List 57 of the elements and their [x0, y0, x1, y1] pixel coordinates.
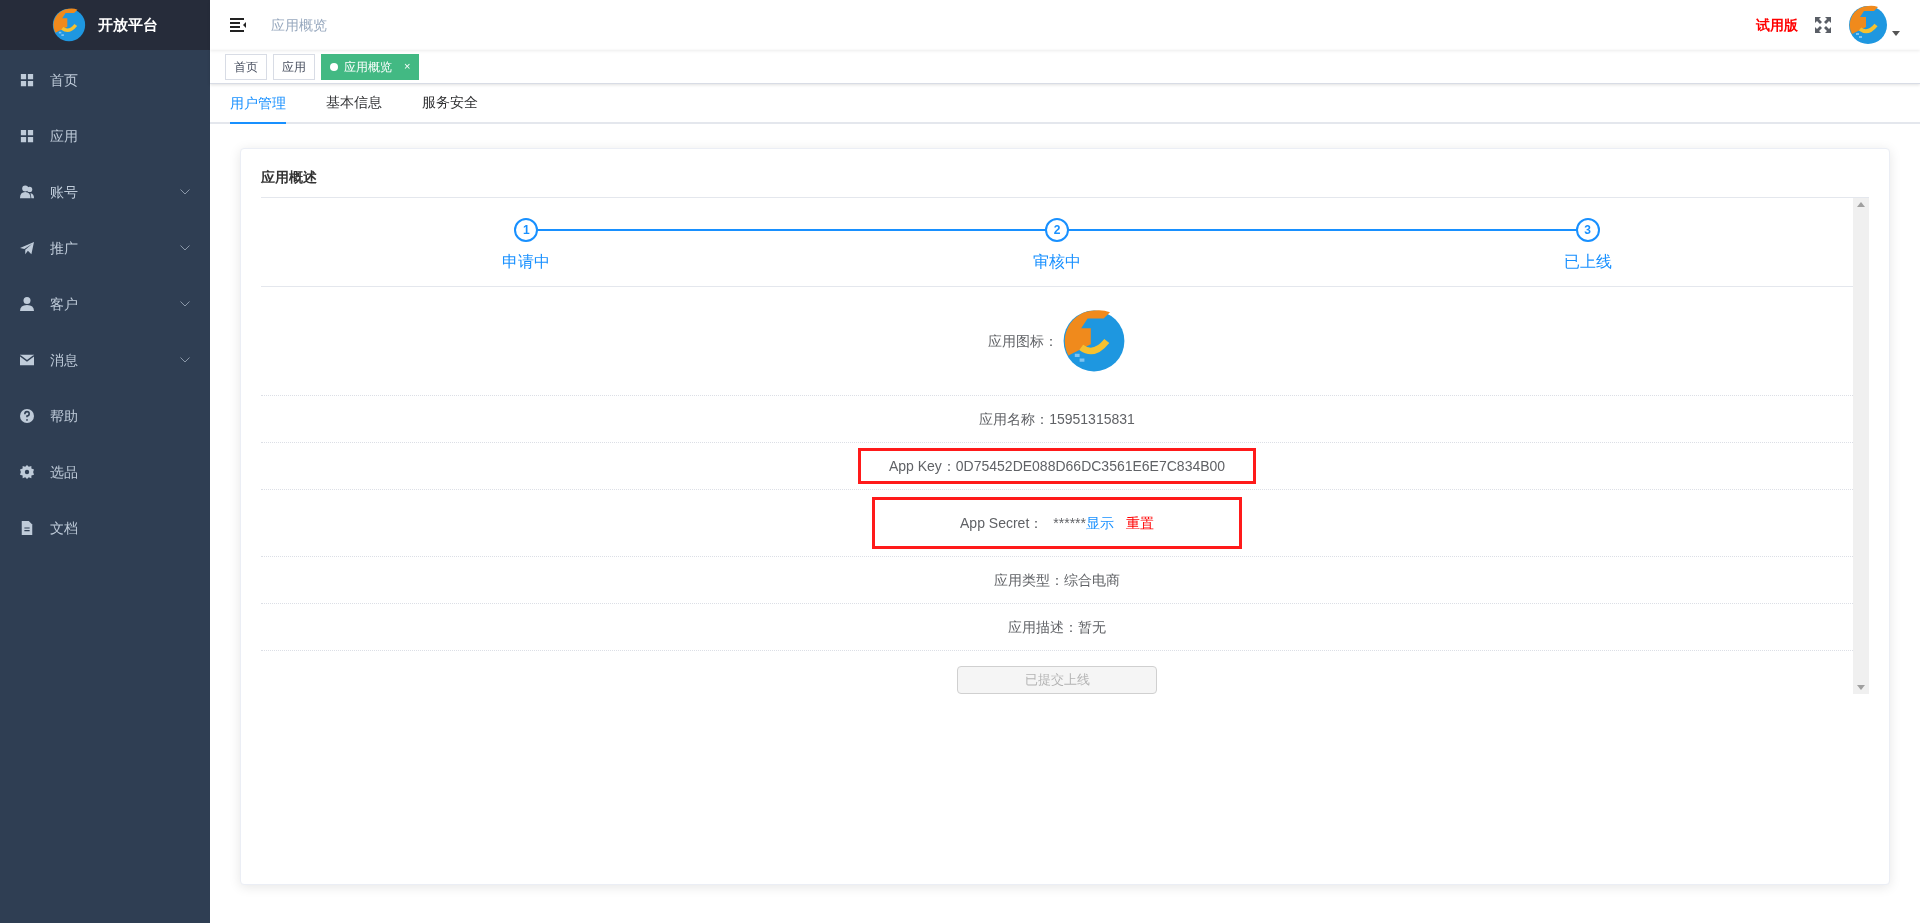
settings-icon	[20, 465, 34, 479]
brand-title: 开放平台	[98, 14, 158, 35]
tab[interactable]: 服务安全	[422, 82, 478, 122]
step-number: 1	[514, 218, 539, 242]
field-label: 应用描述：	[1008, 617, 1078, 637]
caret-icon[interactable]	[1892, 30, 1900, 36]
menu-icon[interactable]	[230, 18, 246, 32]
sidebar-item[interactable]: 选品	[0, 444, 210, 500]
field-label: 应用图标：	[988, 331, 1058, 351]
step-number: 3	[1575, 218, 1600, 242]
sidebar-item[interactable]: 首页	[0, 52, 210, 108]
field-value: 15951315831	[1049, 409, 1135, 429]
scroll-down-icon[interactable]	[1857, 685, 1865, 690]
grid-icon	[20, 73, 34, 87]
scroll-up-icon[interactable]	[1857, 202, 1865, 207]
field-value: 0D75452DE088D66DC3561E6E7C834B00	[955, 456, 1226, 476]
field-label: App Secret：	[960, 513, 1044, 533]
user-icon	[20, 297, 34, 311]
trial-version-label: 试用版	[1756, 15, 1798, 35]
field-value: ******	[1053, 513, 1086, 533]
users-icon	[20, 185, 34, 199]
sidebar-item[interactable]: 帮助	[0, 388, 210, 444]
sidebar-item[interactable]: 客户	[0, 276, 210, 332]
step-label: 审核中	[1033, 252, 1081, 272]
reset-link[interactable]: 重置	[1126, 512, 1154, 534]
step-number: 2	[1045, 218, 1069, 242]
sidebar-item[interactable]: 应用	[0, 108, 210, 164]
sidebar-item[interactable]: 文档	[0, 500, 210, 556]
chevron-down-icon	[180, 189, 190, 195]
breadcrumb: 应用概览	[271, 15, 327, 35]
field-label: 应用类型：	[994, 570, 1064, 590]
step-label: 已上线	[1563, 252, 1612, 272]
brand-logo-icon	[52, 8, 86, 42]
document-icon	[20, 521, 34, 535]
field-value: 综合电商	[1064, 570, 1120, 590]
chevron-down-icon	[180, 301, 190, 307]
mail-icon	[20, 353, 34, 367]
field-label: App Key：	[888, 456, 956, 476]
tab[interactable]: 基本信息	[326, 82, 382, 122]
help-icon	[20, 409, 34, 423]
chevron-down-icon	[180, 357, 190, 363]
grid-icon	[20, 129, 34, 143]
paper-plane-icon	[20, 241, 34, 255]
page-tab[interactable]: 首页	[225, 53, 267, 80]
sidebar-item[interactable]: 消息	[0, 332, 210, 388]
page-tab[interactable]: 应用	[273, 53, 315, 80]
app-logo-icon	[1062, 309, 1126, 373]
avatar-logo-icon[interactable]	[1848, 5, 1888, 45]
step-label: 申请中	[502, 252, 551, 272]
field-value: 暂无	[1078, 617, 1106, 637]
chevron-down-icon	[180, 245, 190, 251]
fullscreen-icon[interactable]	[1814, 16, 1832, 34]
sidebar-item[interactable]: 推广	[0, 220, 210, 276]
card-title: 应用概述	[261, 167, 318, 187]
field-label: 应用名称：	[979, 409, 1050, 429]
scrollbar[interactable]	[1853, 198, 1869, 694]
sidebar-item[interactable]: 账号	[0, 164, 210, 220]
